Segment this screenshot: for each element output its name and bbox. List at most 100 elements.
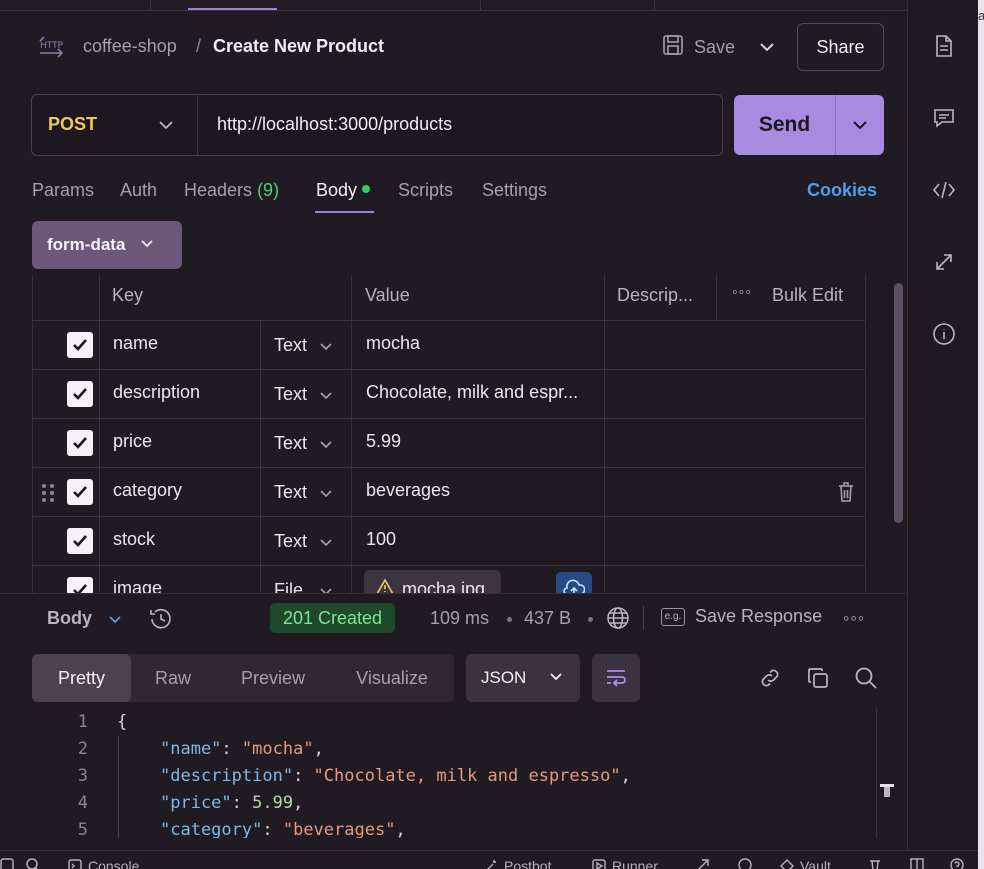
capture-icon[interactable] [696,858,710,869]
trash-icon[interactable] [868,858,882,869]
response-chevron-down-icon[interactable] [106,610,124,628]
type-chevron-down-icon[interactable] [318,436,334,452]
row-enabled-checkbox[interactable] [67,577,93,593]
type-chevron-down-icon[interactable] [318,338,334,354]
row-value[interactable]: 5.99 [366,431,401,452]
link-icon[interactable] [758,666,782,690]
row-type[interactable]: File [274,580,303,593]
format-select[interactable]: JSON [466,654,580,702]
cloud-upload-icon[interactable] [556,572,592,593]
tab-headers[interactable]: Headers (9) [184,180,279,201]
file-chip[interactable]: mocha.jpg [364,570,501,593]
row-type[interactable]: Text [274,335,307,356]
code-minimap[interactable] [876,708,897,838]
globe-icon[interactable] [606,606,630,630]
row-key[interactable]: stock [113,529,155,550]
find-search-icon[interactable] [26,858,40,869]
tab-params[interactable]: Params [32,180,94,201]
svg-text:HTTP: HTTP [40,41,64,51]
info-icon[interactable] [932,322,956,346]
row-type[interactable]: Text [274,482,307,503]
type-chevron-down-icon[interactable] [318,485,334,501]
runner-button[interactable]: Runner [592,858,658,869]
tab-scripts[interactable]: Scripts [398,180,453,201]
row-key[interactable]: category [113,480,182,501]
http-method-select[interactable]: POST [48,114,97,135]
row-value[interactable]: beverages [366,480,450,501]
row-key[interactable]: description [113,382,200,403]
response-divider[interactable] [0,593,907,594]
history-icon[interactable] [148,606,174,632]
file-name: mocha.jpg [402,578,486,594]
comment-icon[interactable] [932,106,956,130]
table-scrollbar[interactable] [894,283,903,523]
share-button[interactable]: Share [797,23,884,71]
response-size[interactable]: 437 B [524,608,571,629]
method-chevron-down-icon[interactable] [156,115,176,135]
row-type[interactable]: Text [274,384,307,405]
more-options-icon[interactable]: ◦◦◦ [732,284,752,302]
tab-visualize[interactable]: Visualize [338,654,446,702]
response-section-label[interactable]: Body [47,608,92,629]
drag-handle-icon[interactable] [40,482,56,504]
indent-guide [118,736,119,838]
row-key[interactable]: name [113,333,158,354]
cookie-icon[interactable] [738,858,752,869]
wrap-lines-icon[interactable] [592,654,640,702]
type-chevron-down-icon[interactable] [318,534,334,550]
json-key: "price" [160,793,232,813]
row-type[interactable]: Text [274,433,307,454]
column-header-description: Descrip... [617,285,694,305]
code-icon[interactable] [932,178,956,202]
row-value[interactable]: Chocolate, milk and espr... [366,382,578,403]
cookies-link[interactable]: Cookies [807,180,877,201]
document-icon[interactable] [932,34,956,58]
type-chevron-down-icon[interactable] [318,387,334,403]
tab-settings[interactable]: Settings [482,180,547,201]
json-string: "beverages" [282,820,396,838]
save-button[interactable]: Save [662,32,735,62]
save-options-chevron-down-icon[interactable] [756,34,778,60]
row-type[interactable]: Text [274,531,307,552]
workspace-breadcrumb[interactable]: coffee-shop [83,36,177,57]
delete-row-trash-icon[interactable] [836,481,856,503]
row-enabled-checkbox[interactable] [67,332,93,358]
console-button[interactable]: Console [68,858,139,869]
tab-body[interactable]: Body [316,180,371,201]
more-options-icon[interactable]: ◦◦◦ [843,608,865,629]
row-enabled-checkbox[interactable] [67,528,93,554]
sidebar-toggle-icon[interactable] [0,858,14,869]
line-number: 4 [77,793,88,813]
row-enabled-checkbox[interactable] [67,381,93,407]
code-brace: { [117,712,128,732]
bulk-edit-button[interactable]: Bulk Edit [772,285,843,306]
request-title[interactable]: Create New Product [213,36,384,57]
row-enabled-checkbox[interactable] [67,430,93,456]
response-code-viewer[interactable]: 1 { 2 "name": "mocha", 3 "description": … [0,708,876,838]
help-icon[interactable] [950,858,964,869]
tab-preview[interactable]: Preview [222,654,324,702]
tab-auth[interactable]: Auth [120,180,157,201]
vault-button[interactable]: Vault [780,858,831,869]
row-value[interactable]: 100 [366,529,396,550]
send-options-chevron-down-icon[interactable] [850,115,870,135]
row-key[interactable]: price [113,431,152,452]
layout-icon[interactable] [910,858,924,869]
console-label: Console [88,858,140,869]
postbot-button[interactable]: Postbot [484,858,551,869]
arrows-icon[interactable] [932,250,956,274]
row-value[interactable]: mocha [366,333,420,354]
row-enabled-checkbox[interactable] [67,479,93,505]
tab-raw[interactable]: Raw [131,654,215,702]
status-badge[interactable]: 201 Created [270,603,396,633]
row-key[interactable]: image [113,578,162,593]
url-input[interactable]: http://localhost:3000/products [217,114,452,135]
response-time[interactable]: 109 ms [430,608,489,629]
tab-pretty[interactable]: Pretty [32,654,131,702]
search-icon[interactable] [854,666,878,690]
copy-icon[interactable] [806,666,830,690]
type-chevron-down-icon[interactable] [318,583,334,593]
body-mode-select[interactable]: form-data [32,221,182,269]
save-response-button[interactable]: e.g. Save Response [661,606,822,627]
send-button[interactable]: Send [734,95,835,155]
